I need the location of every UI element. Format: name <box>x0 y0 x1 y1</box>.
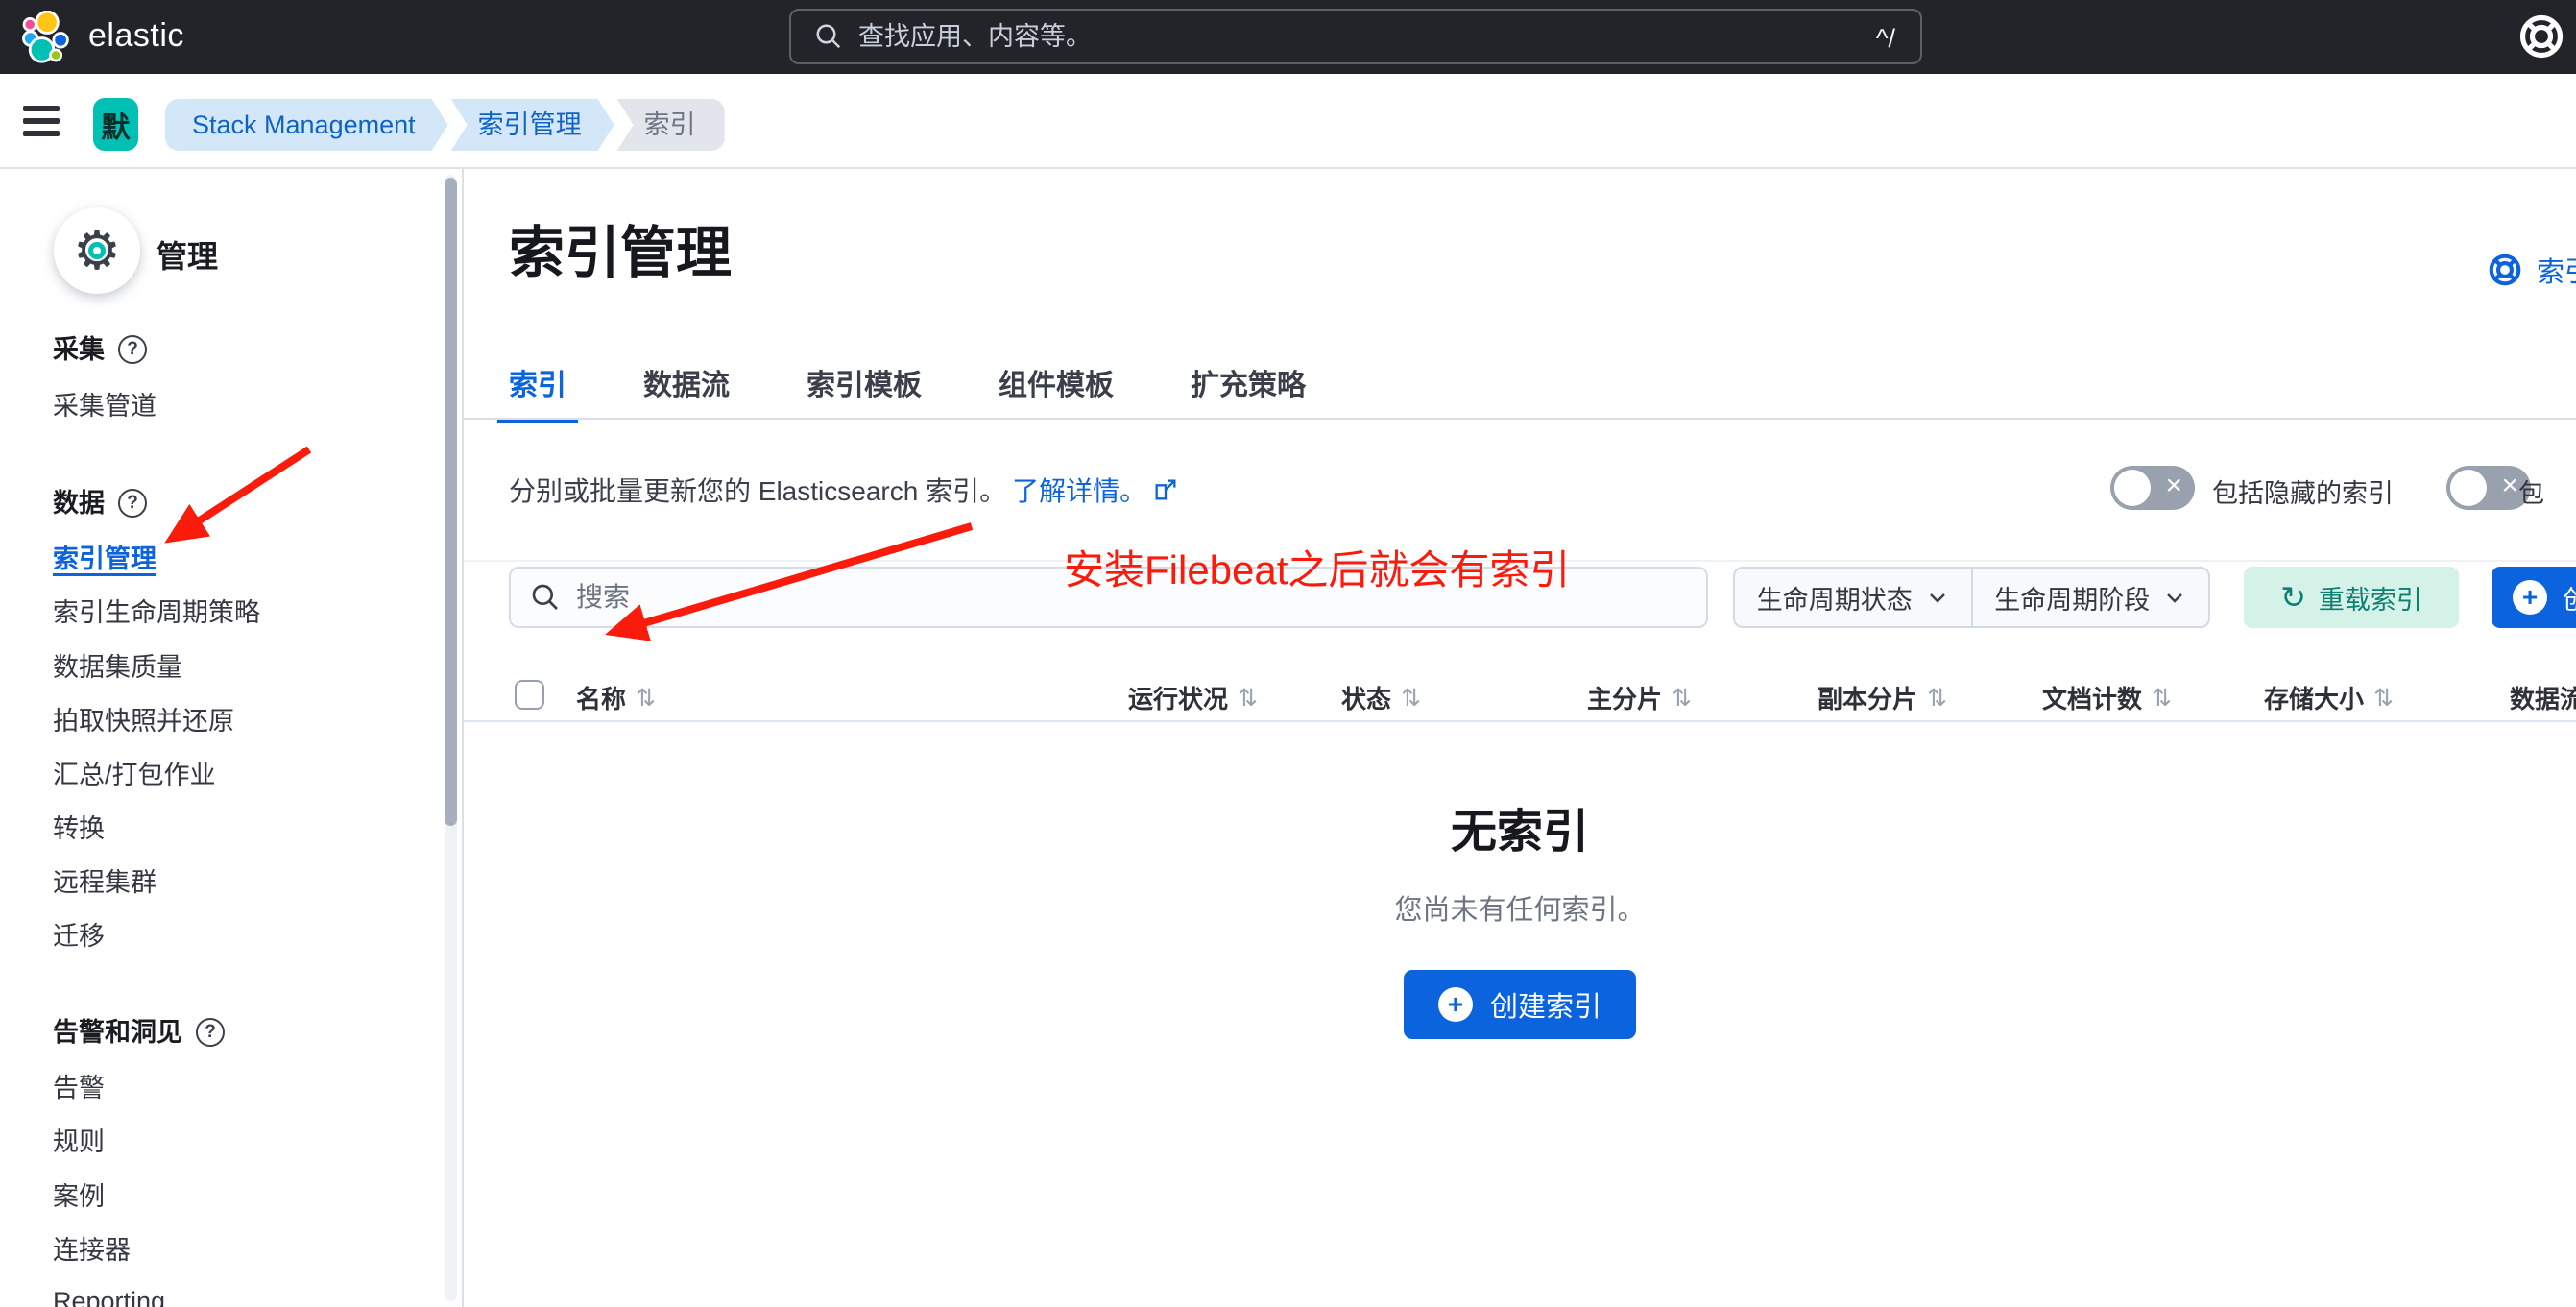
tab-component-templates[interactable]: 组件模板 <box>999 361 1114 423</box>
keyboard-shortcut-hint: ^/ <box>1876 24 1895 54</box>
tab-enrich-policies[interactable]: 扩充策略 <box>1191 361 1306 423</box>
sidebar-item-connectors[interactable]: 连接器 <box>53 1234 131 1267</box>
sidebar-item-cases[interactable]: 案例 <box>53 1180 105 1213</box>
index-management-docs-link[interactable]: 索引 <box>2487 250 2576 290</box>
sidebar-section-alerts-insights: 告警和洞见 ? <box>53 1016 225 1049</box>
global-search-bar[interactable]: ^/ <box>789 9 1922 64</box>
include-hidden-indices-toggle[interactable]: × <box>2110 466 2195 510</box>
column-header-docs-count[interactable]: 文档计数⇅ <box>2042 680 2172 715</box>
help-question-icon[interactable]: ? <box>196 1018 225 1047</box>
reload-indices-button[interactable]: ↻ 重载索引 <box>2244 567 2459 628</box>
column-header-name[interactable]: 名称⇅ <box>576 680 656 715</box>
sidebar-item-transforms[interactable]: 转换 <box>53 812 105 845</box>
index-management-page: elastic ^/ 默 Stack Management <box>0 0 2576 1307</box>
elastic-logo-text: elastic <box>88 17 184 55</box>
sort-icon[interactable]: ⇅ <box>636 684 656 713</box>
toggle-off-x-icon: × <box>2165 470 2182 502</box>
column-header-primaries[interactable]: 主分片⇅ <box>1587 680 1692 715</box>
top-navigation-bar: elastic ^/ <box>0 0 2576 74</box>
sidebar-item-migrate[interactable]: 迁移 <box>53 920 105 953</box>
elastic-logo-icon[interactable] <box>19 11 73 64</box>
refresh-icon: ↻ <box>2280 582 2306 613</box>
main-content: 索引管理 索引 索引 数据流 索引模板 组件模板 扩充策略 分别或批量更新您的 … <box>464 169 2576 1307</box>
lifecycle-phase-filter[interactable]: 生命周期阶段 <box>1971 569 2209 626</box>
lifebuoy-icon <box>2487 252 2523 288</box>
sidebar-item-dataset-quality[interactable]: 数据集质量 <box>53 651 182 684</box>
create-index-toolbar-button[interactable]: + 创建索引 <box>2492 567 2576 628</box>
sidebar-item-alerts[interactable]: 告警 <box>53 1072 105 1104</box>
sidebar-item-index-management[interactable]: 索引管理 <box>53 543 156 575</box>
column-header-health[interactable]: 运行状况⇅ <box>1128 680 1258 715</box>
description-text: 分别或批量更新您的 Elasticsearch 索引。 <box>509 471 1006 509</box>
description-row: 分别或批量更新您的 Elasticsearch 索引。 了解详情。 <box>509 471 1179 509</box>
column-header-storage-size[interactable]: 存储大小⇅ <box>2264 680 2394 715</box>
index-search-box[interactable] <box>509 567 1708 628</box>
toggle-knob <box>2450 470 2487 506</box>
breadcrumb-bar: 默 Stack Management 索引管理 索引 <box>0 74 2576 169</box>
sort-icon[interactable]: ⇅ <box>1672 684 1692 713</box>
management-sidebar: ⚙ 管理 采集 ? 采集管道 数据 ? 索引管理 索引生命周期策略 数据集质量 … <box>0 169 464 1307</box>
index-management-tabs: 索引 数据流 索引模板 组件模板 扩充策略 <box>509 361 1306 423</box>
sidebar-item-snapshot-restore[interactable]: 拍取快照并还原 <box>53 705 234 738</box>
column-header-status[interactable]: 状态⇅ <box>1341 680 1421 715</box>
sidebar-item-remote-clusters[interactable]: 远程集群 <box>53 866 156 899</box>
sidebar-section-ingest: 采集 ? <box>53 333 147 366</box>
sidebar-item-rollup-jobs[interactable]: 汇总/打包作业 <box>53 759 216 791</box>
empty-state-title: 无索引 <box>464 793 2576 860</box>
chevron-down-icon <box>1926 586 1949 609</box>
second-toggle-label: 包 <box>2518 472 2544 510</box>
column-header-replicas[interactable]: 副本分片⇅ <box>1818 680 1947 715</box>
sidebar-item-reporting[interactable]: Reporting <box>53 1285 165 1307</box>
tab-data-streams[interactable]: 数据流 <box>643 361 730 423</box>
lifecycle-filter-group: 生命周期状态 生命周期阶段 <box>1733 567 2210 628</box>
search-icon <box>814 22 843 51</box>
sort-icon[interactable]: ⇅ <box>1927 684 1947 713</box>
menu-hamburger-icon[interactable] <box>23 106 60 136</box>
help-lifebuoy-icon[interactable] <box>2516 12 2566 61</box>
space-badge[interactable]: 默 <box>93 98 138 151</box>
empty-state-subtitle: 您尚未有任何索引。 <box>464 887 2576 928</box>
index-search-input[interactable] <box>576 582 1687 613</box>
breadcrumb-indices-current: 索引 <box>617 99 725 151</box>
sidebar-title: 管理 <box>156 232 218 277</box>
content-divider <box>464 560 2576 562</box>
help-question-icon[interactable]: ? <box>118 335 147 364</box>
sort-icon[interactable]: ⇅ <box>2373 684 2394 713</box>
sidebar-section-data: 数据 ? <box>53 487 147 520</box>
toggle-knob <box>2114 470 2151 506</box>
tabs-divider <box>464 418 2576 420</box>
toggle-off-x-icon: × <box>2501 470 2518 502</box>
sidebar-item-rules[interactable]: 规则 <box>53 1125 105 1158</box>
page-title: 索引管理 <box>509 207 732 288</box>
search-icon <box>530 582 561 613</box>
help-question-icon[interactable]: ? <box>118 489 147 518</box>
breadcrumb: Stack Management 索引管理 索引 <box>165 99 728 151</box>
indices-table-header: 名称⇅ 运行状况⇅ 状态⇅ 主分片⇅ 副本分片⇅ 文档计数⇅ 存储大小⇅ 数据流… <box>464 670 2576 720</box>
include-hidden-indices-label: 包括隐藏的索引 <box>2212 472 2394 510</box>
management-app-icon: ⚙ <box>54 207 140 294</box>
gear-center-dot <box>88 242 106 259</box>
table-header-divider <box>464 720 2576 722</box>
learn-more-link[interactable]: 了解详情。 <box>1012 471 1146 509</box>
tab-index-templates[interactable]: 索引模板 <box>807 361 922 423</box>
lifecycle-status-filter[interactable]: 生命周期状态 <box>1735 569 1971 626</box>
sidebar-item-ingest-pipelines[interactable]: 采集管道 <box>53 390 156 423</box>
plus-circle-icon: + <box>2513 580 2547 615</box>
breadcrumb-stack-management[interactable]: Stack Management <box>165 99 448 151</box>
sort-icon[interactable]: ⇅ <box>2152 684 2172 713</box>
sort-icon[interactable]: ⇅ <box>1238 684 1258 713</box>
sort-icon[interactable]: ⇅ <box>1401 684 1421 713</box>
select-all-checkbox[interactable] <box>515 680 544 710</box>
create-index-button[interactable]: + 创建索引 <box>1404 970 1636 1039</box>
sidebar-scrollbar-thumb[interactable] <box>445 178 457 826</box>
global-search-input[interactable] <box>858 22 1897 52</box>
tab-indices[interactable]: 索引 <box>509 361 566 423</box>
plus-circle-icon: + <box>1438 987 1473 1022</box>
external-link-icon <box>1152 476 1179 503</box>
column-header-data-stream[interactable]: 数据流⇅ <box>2510 680 2576 715</box>
chevron-down-icon <box>2163 586 2186 609</box>
sidebar-item-ilm-policies[interactable]: 索引生命周期策略 <box>53 596 260 629</box>
breadcrumb-index-management[interactable]: 索引管理 <box>451 99 614 151</box>
